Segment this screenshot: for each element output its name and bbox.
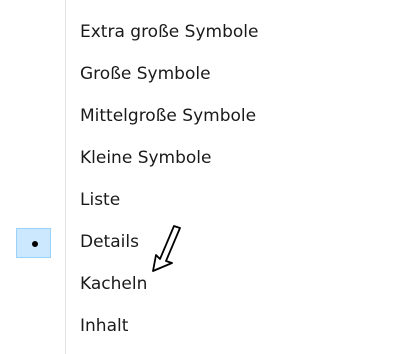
menu-item-label: Große Symbole (80, 64, 211, 84)
menu-item-label: Kacheln (80, 274, 148, 294)
bullet-dot-icon (32, 241, 38, 247)
menu-item-label: Extra große Symbole (80, 22, 259, 42)
selected-indicator (16, 228, 51, 258)
menu-item-label: Details (80, 232, 139, 252)
menu-item-large-icons[interactable]: Große Symbole (0, 53, 395, 95)
mouse-pointer-icon (152, 225, 181, 272)
menu-item-content[interactable]: Inhalt (0, 305, 395, 347)
menu-item-label: Inhalt (80, 316, 129, 336)
menu-item-details[interactable]: Details (0, 221, 395, 263)
menu-item-small-icons[interactable]: Kleine Symbole (0, 137, 395, 179)
menu-item-label: Kleine Symbole (80, 148, 212, 168)
menu-item-list[interactable]: Liste (0, 179, 395, 221)
menu-item-label: Liste (80, 190, 121, 210)
menu-item-medium-icons[interactable]: Mittelgroße Symbole (0, 95, 395, 137)
menu-item-label: Mittelgroße Symbole (80, 106, 257, 126)
menu-item-tiles[interactable]: Kacheln (0, 263, 395, 305)
view-context-menu: Extra große Symbole Große Symbole Mittel… (0, 0, 395, 354)
menu-item-extra-large-icons[interactable]: Extra große Symbole (0, 11, 395, 53)
